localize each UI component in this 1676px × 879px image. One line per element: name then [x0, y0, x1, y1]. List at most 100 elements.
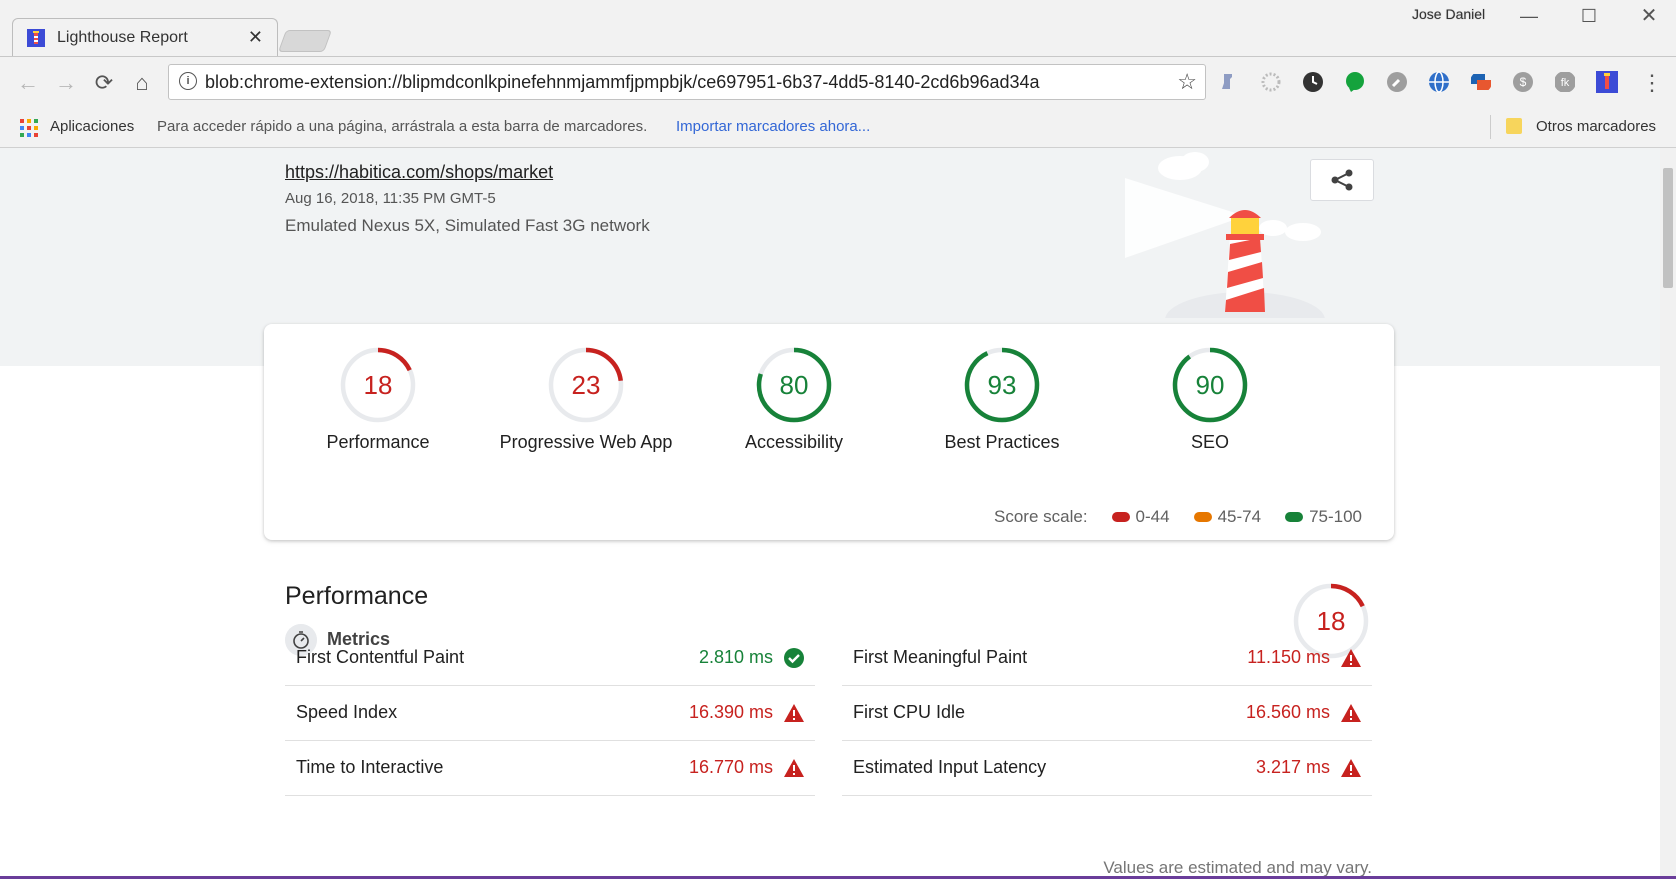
best-practices-gauge-ring: 93 [964, 347, 1040, 423]
scale-green-pill [1285, 512, 1304, 522]
performance-gauge-ring: 18 [340, 347, 416, 423]
best-practices-score-value: 93 [988, 370, 1017, 400]
accessibility-gauge-ring: 80 [756, 347, 832, 423]
category-progressive-web-app[interactable]: 23 Progressive Web App [486, 346, 686, 453]
close-window-button[interactable]: ✕ [1626, 2, 1672, 30]
fk-icon[interactable]: fk [1554, 71, 1576, 93]
back-button[interactable]: ← [14, 69, 42, 97]
report-date: Aug 16, 2018, 11:35 PM GMT-5 [285, 190, 496, 207]
screens-icon[interactable] [1470, 71, 1492, 93]
warning-triangle-icon [784, 759, 804, 777]
performance-score-value: 18 [364, 370, 393, 400]
svg-text:$: $ [1520, 75, 1527, 89]
minimize-button[interactable]: — [1506, 2, 1552, 30]
metric-value: 16.770 ms [688, 757, 773, 777]
address-bar-url[interactable]: blob:chrome-extension://blipmdconlkpinef… [205, 72, 1040, 93]
metric-value: 16.560 ms [1245, 702, 1330, 722]
chat-icon[interactable] [1344, 71, 1366, 93]
globe-icon[interactable] [1428, 71, 1450, 93]
category-best-practices[interactable]: 93 Best Practices [902, 346, 1102, 453]
metric-row: Estimated Input Latency 3.217 ms [842, 741, 1372, 796]
metric-name: First Meaningful Paint [853, 647, 1028, 667]
audited-url-link[interactable]: https://habitica.com/shops/market [285, 162, 553, 183]
lighthouse-icon[interactable] [1596, 71, 1618, 93]
metric-value: 11.150 ms [1247, 647, 1330, 667]
other-bookmarks-link[interactable]: Otros marcadores [1536, 118, 1656, 135]
category-performance[interactable]: 18 Performance [278, 346, 478, 453]
warning-triangle-icon [784, 704, 804, 722]
bookmarks-bar: Aplicaciones Para acceder rápido a una p… [0, 107, 1676, 148]
site-info-icon[interactable]: i [179, 72, 197, 90]
profile-name[interactable]: Jose Daniel [1412, 6, 1485, 22]
scale-range-mid: 45-74 [1217, 507, 1262, 526]
coin-icon[interactable]: $ [1512, 71, 1534, 93]
folder-icon[interactable] [1506, 118, 1522, 134]
metric-value: 3.217 ms [1255, 757, 1330, 777]
warning-triangle-icon [1341, 759, 1361, 777]
window-titlebar: Lighthouse Report ✕ Jose Daniel — ☐ ✕ [0, 0, 1676, 58]
category-scores-card: 18 Performance 23 Progressive Web App 80 Acce… [264, 324, 1394, 540]
bookmarks-divider [1490, 115, 1491, 139]
progressive-web-app-score-value: 23 [572, 370, 601, 400]
wrench-icon[interactable] [1386, 71, 1408, 93]
svg-text:fk: fk [1561, 77, 1570, 89]
report-page: https://habitica.com/shops/market Aug 16… [0, 148, 1660, 879]
flask-icon[interactable] [1218, 71, 1240, 93]
bookmarks-hint: Para acceder rápido a una página, arrást… [157, 118, 648, 135]
scale-range-low: 0-44 [1135, 507, 1170, 526]
scrollbar-thumb[interactable] [1663, 168, 1673, 288]
report-environment: Emulated Nexus 5X, Simulated Fast 3G net… [285, 216, 650, 235]
seo-gauge-ring: 90 [1172, 347, 1248, 423]
category-label: Progressive Web App [499, 432, 673, 452]
tab-lighthouse-report[interactable]: Lighthouse Report ✕ [12, 18, 278, 57]
address-bar[interactable]: i blob:chrome-extension://blipmdconlkpin… [168, 64, 1206, 100]
page-scrollbar[interactable] [1660, 148, 1676, 879]
metric-row: Speed Index 16.390 ms [285, 686, 815, 741]
score-scale-label: Score scale: [994, 507, 1088, 526]
metrics-footnote: Values are estimated and may vary. [1103, 858, 1372, 877]
metric-value: 2.810 ms [698, 647, 773, 667]
share-button[interactable] [1310, 159, 1374, 201]
home-button[interactable]: ⌂ [128, 69, 156, 97]
tab-close-icon[interactable]: ✕ [248, 27, 263, 48]
tab-title: Lighthouse Report [57, 29, 188, 46]
gear-dotted-icon[interactable] [1260, 71, 1282, 93]
lighthouse-favicon-icon [27, 29, 45, 47]
metric-value: 16.390 ms [688, 702, 773, 722]
metric-name: Estimated Input Latency [853, 757, 1047, 777]
scale-range-high: 75-100 [1309, 507, 1362, 526]
forward-button[interactable]: → [52, 69, 80, 97]
warning-triangle-icon [1341, 704, 1361, 722]
category-label: Performance [326, 432, 430, 452]
scale-red-pill [1111, 512, 1130, 522]
category-label: SEO [1190, 432, 1229, 452]
apps-link[interactable]: Aplicaciones [50, 118, 134, 135]
new-tab-button[interactable] [277, 30, 333, 52]
category-label: Accessibility [744, 432, 844, 452]
category-seo[interactable]: 90 SEO [1110, 346, 1310, 453]
accessibility-score-value: 80 [780, 370, 809, 400]
seo-score-value: 90 [1196, 370, 1225, 400]
metric-row: First Meaningful Paint 11.150 ms [842, 631, 1372, 686]
chrome-menu-icon[interactable]: ⋮ [1638, 69, 1666, 97]
clock-icon[interactable] [1302, 71, 1324, 93]
warning-triangle-icon [1341, 649, 1361, 667]
category-label: Best Practices [944, 432, 1060, 452]
metric-row: First CPU Idle 16.560 ms [842, 686, 1372, 741]
metric-name: First Contentful Paint [296, 647, 465, 667]
metric-name: Time to Interactive [296, 757, 444, 777]
scale-orange-pill [1193, 512, 1212, 522]
apps-grid-icon[interactable] [20, 119, 38, 137]
progressive-web-app-gauge-ring: 23 [548, 347, 624, 423]
metric-row: Time to Interactive 16.770 ms [285, 741, 815, 796]
category-accessibility[interactable]: 80 Accessibility [694, 346, 894, 453]
import-bookmarks-link[interactable]: Importar marcadores ahora... [676, 118, 870, 135]
metric-name: Speed Index [296, 702, 398, 722]
reload-button[interactable]: ⟳ [90, 69, 118, 97]
metric-name: First CPU Idle [853, 702, 966, 722]
score-scale-legend: Score scale: 0-44 45-74 75-100 [994, 507, 1362, 527]
bookmark-star-icon[interactable]: ☆ [1177, 69, 1197, 95]
metric-row: First Contentful Paint 2.810 ms [285, 631, 815, 686]
maximize-button[interactable]: ☐ [1566, 2, 1612, 30]
browser-toolbar: ← → ⟳ ⌂ i blob:chrome-extension://blipmd… [0, 57, 1676, 107]
